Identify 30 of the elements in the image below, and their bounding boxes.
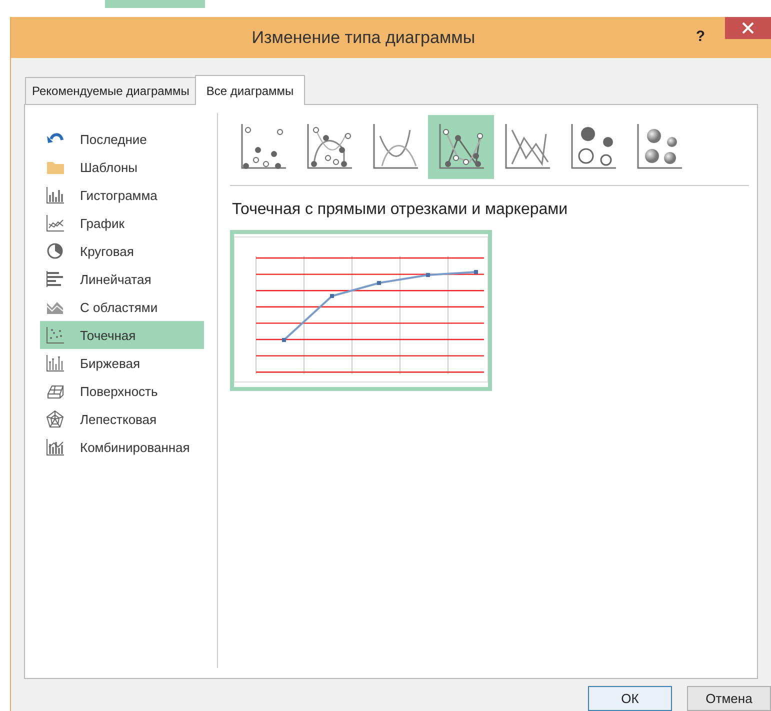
sidebar-item[interactable]: Круговая — [40, 237, 204, 266]
stock-chart-icon — [46, 354, 64, 372]
ok-button[interactable]: ОК — [588, 686, 672, 711]
sidebar-item[interactable]: Последние — [40, 125, 204, 154]
sidebar-item[interactable]: Линейчатая — [40, 265, 204, 294]
bar-chart-icon — [46, 270, 64, 288]
window-title: Изменение типа диаграммы — [250, 26, 476, 49]
subtype-title: Точечная с прямыми отрезками и маркерами — [232, 200, 569, 220]
sidebar-item[interactable]: Шаблоны — [40, 153, 204, 182]
sidebar-item[interactable]: С областями — [40, 293, 204, 322]
column-chart-icon — [46, 186, 64, 204]
cancel-button[interactable]: Отмена — [687, 686, 771, 711]
sidebar-item[interactable]: Поверхность — [40, 377, 204, 406]
sidebar-item[interactable]: Комбинированная — [40, 433, 204, 462]
close-icon — [742, 22, 754, 34]
sidebar-item[interactable]: Биржевая — [40, 349, 204, 378]
line-chart-icon — [46, 214, 64, 232]
radar-chart-icon — [46, 410, 64, 428]
sidebar-item[interactable]: Точечная — [40, 321, 204, 350]
sidebar-item[interactable]: Лепестковая — [40, 405, 204, 434]
help-button[interactable]: ? — [696, 26, 705, 49]
sidebar-item[interactable]: График — [40, 209, 204, 238]
tab[interactable]: Рекомендуемые диаграммы — [25, 77, 196, 104]
pie-chart-icon — [46, 242, 64, 260]
scatter-chart-icon — [46, 326, 64, 344]
tab[interactable]: Все диаграммы — [195, 75, 305, 106]
close-button[interactable] — [725, 17, 771, 39]
sidebar-item[interactable]: Гистограмма — [40, 181, 204, 210]
combo-chart-icon — [46, 438, 64, 456]
chart-subtype-button[interactable] — [428, 115, 494, 180]
